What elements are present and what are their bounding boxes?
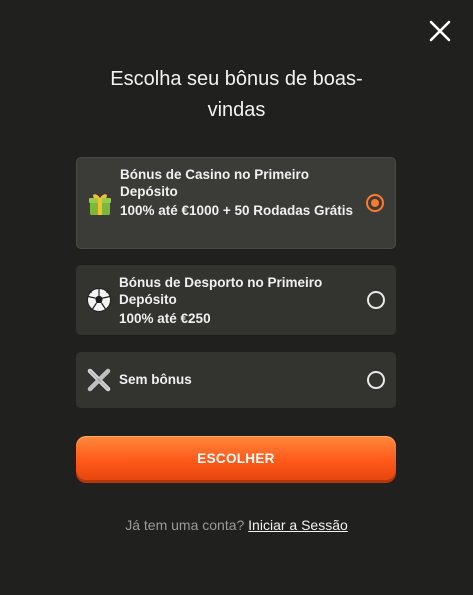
option-subtitle: 100% até €250 [119, 311, 211, 326]
option-subtitle: 100% até €1000 + 50 Rodadas Grátis [120, 203, 354, 218]
login-question: Já tem uma conta? [125, 517, 245, 533]
option-sports-bonus[interactable]: Bónus de Desporto no Primeiro Depósito 1… [76, 265, 396, 335]
close-icon [429, 20, 451, 42]
bonus-selection-modal: Escolha seu bônus de boas-vindas Bónus d… [0, 0, 473, 595]
no-bonus-icon [86, 367, 112, 393]
option-text: Bónus de Desporto no Primeiro Depósito 1… [119, 274, 354, 329]
login-prompt: Já tem uma conta? Iniciar a Sessão [0, 517, 473, 533]
radio-no-bonus[interactable] [367, 371, 385, 389]
option-text: Bónus de Casino no Primeiro Depósito 100… [120, 166, 355, 221]
option-title: Bónus de Desporto no Primeiro Depósito [119, 275, 323, 307]
radio-sports-bonus[interactable] [367, 291, 385, 309]
dialog-title: Escolha seu bônus de boas-vindas [110, 68, 363, 121]
option-title: Bónus de Casino no Primeiro Depósito [120, 167, 310, 199]
soccer-ball-icon [86, 287, 112, 313]
login-link[interactable]: Iniciar a Sessão [248, 517, 348, 533]
option-casino-bonus[interactable]: Bónus de Casino no Primeiro Depósito 100… [76, 157, 396, 249]
choose-button[interactable]: ESCOLHER [76, 436, 396, 480]
option-text: Sem bônus [119, 371, 354, 388]
gift-icon [87, 191, 113, 217]
close-button[interactable] [427, 18, 453, 44]
option-title: Sem bônus [119, 372, 192, 387]
option-no-bonus[interactable]: Sem bônus [76, 352, 396, 408]
radio-casino-bonus[interactable] [366, 194, 384, 212]
